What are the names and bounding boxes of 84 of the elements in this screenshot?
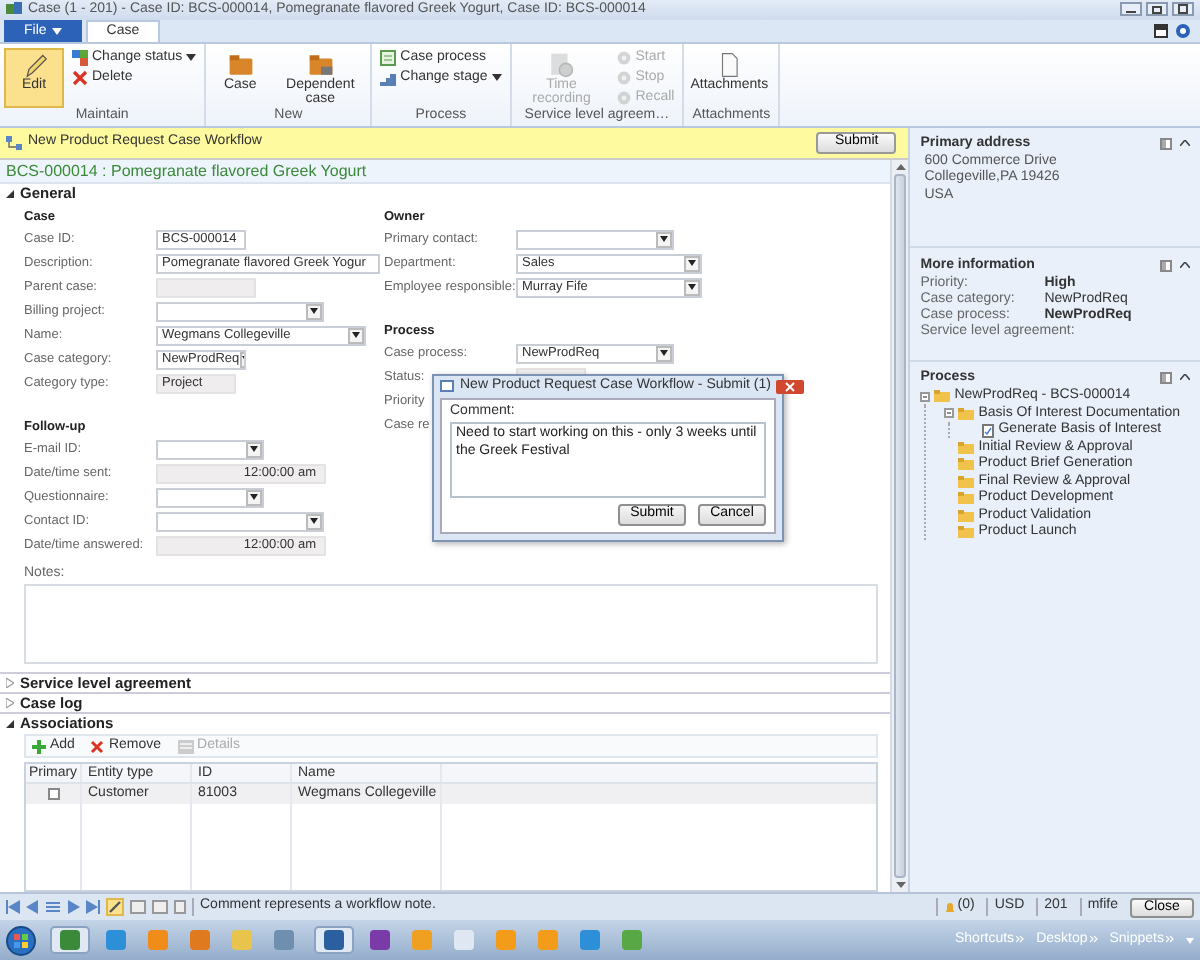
arrow-down-icon [895, 882, 906, 889]
pin-icon[interactable] [1160, 259, 1172, 272]
pencil-icon [21, 51, 47, 78]
delete-icon [90, 739, 105, 754]
collapsed-icon[interactable] [6, 698, 14, 709]
panel-icon[interactable] [1154, 23, 1168, 38]
dropdown-arrow-icon [660, 236, 668, 243]
app-icon [6, 2, 22, 17]
folder-icon [307, 51, 334, 78]
previous-record-icon[interactable] [26, 900, 40, 915]
dropdown-arrow-icon [660, 350, 668, 357]
checkbox[interactable] [47, 788, 59, 801]
status-icon [72, 49, 88, 66]
bell-icon[interactable] [943, 901, 956, 914]
collapse-icon[interactable] [1180, 262, 1190, 269]
paper-icon [716, 51, 743, 78]
collapse-icon[interactable] [1180, 374, 1190, 381]
details-icon [177, 739, 194, 754]
add-icon [32, 739, 46, 754]
collapse-box-icon[interactable] [944, 408, 955, 419]
dropdown-field[interactable] [516, 229, 674, 250]
folder-icon [958, 441, 975, 454]
stage-icon [380, 69, 397, 86]
document-icon[interactable] [174, 900, 186, 915]
caret-icon [52, 27, 63, 36]
expanded-icon[interactable] [6, 719, 14, 728]
record-title: BCS-000014 : Pomegranate flavored Greek Yogurt [0, 159, 891, 184]
restore-button[interactable] [1146, 2, 1168, 17]
window-icon [440, 380, 454, 393]
folder-icon [958, 475, 975, 488]
dropdown-field[interactable] [156, 487, 264, 508]
maximize-button[interactable] [1172, 2, 1194, 17]
next-record-icon[interactable] [66, 900, 80, 915]
expanded-icon[interactable] [6, 189, 14, 198]
task-icon [982, 423, 995, 438]
pin-icon[interactable] [1160, 137, 1172, 150]
start-button[interactable] [6, 925, 36, 955]
caret-icon [186, 53, 197, 62]
dropdown-arrow-icon [352, 332, 360, 339]
folder-icon [958, 526, 975, 539]
dropdown-arrow-icon [250, 446, 258, 453]
document-icon [380, 49, 397, 66]
folder-icon [934, 390, 951, 403]
caret-icon [491, 73, 502, 82]
arrow-up-icon [895, 163, 906, 170]
caret-icon[interactable] [1186, 937, 1194, 943]
dropdown-field[interactable] [156, 439, 264, 460]
help-icon[interactable] [1176, 23, 1190, 38]
folder-icon [958, 407, 975, 420]
taskbar-app-icon[interactable] [368, 926, 396, 954]
collapse-box-icon[interactable] [920, 391, 931, 402]
scrollbar[interactable] [890, 159, 909, 893]
readonly-field [156, 277, 256, 298]
dropdown-arrow-icon [688, 260, 696, 267]
dropdown-arrow-icon [310, 518, 318, 525]
taskbar-app-icon[interactable] [50, 926, 90, 954]
folder-icon [958, 492, 975, 505]
dropdown-arrow-icon [310, 308, 318, 315]
edit-mode-icon[interactable] [106, 898, 124, 917]
collapse-icon[interactable] [1180, 140, 1190, 147]
close-button[interactable] [776, 379, 805, 394]
dropdown-field[interactable] [156, 511, 324, 532]
notes-field[interactable] [24, 584, 879, 665]
last-record-icon[interactable] [86, 900, 100, 915]
folder-icon [958, 509, 975, 522]
taskbar-app-icon[interactable] [314, 926, 354, 954]
clock-document-icon [548, 51, 575, 78]
dropdown-field[interactable] [156, 301, 324, 322]
workflow-icon [6, 135, 22, 150]
folder-icon [227, 51, 254, 78]
minimize-button[interactable] [1120, 2, 1142, 17]
dropdown-arrow-icon [250, 494, 258, 501]
pin-icon[interactable] [1160, 371, 1172, 384]
collapsed-icon[interactable] [6, 678, 14, 689]
taskbar-app-icon[interactable] [104, 926, 132, 954]
taskbar-app-icon[interactable] [578, 926, 606, 954]
chevron-icon [1016, 936, 1025, 944]
list-icon[interactable] [46, 900, 60, 915]
dropdown-arrow-icon [688, 284, 696, 291]
chevron-icon [1166, 936, 1174, 944]
folder-icon [958, 458, 975, 471]
delete-icon [72, 69, 88, 86]
first-record-icon[interactable] [6, 900, 20, 915]
chevron-icon [1089, 936, 1098, 944]
